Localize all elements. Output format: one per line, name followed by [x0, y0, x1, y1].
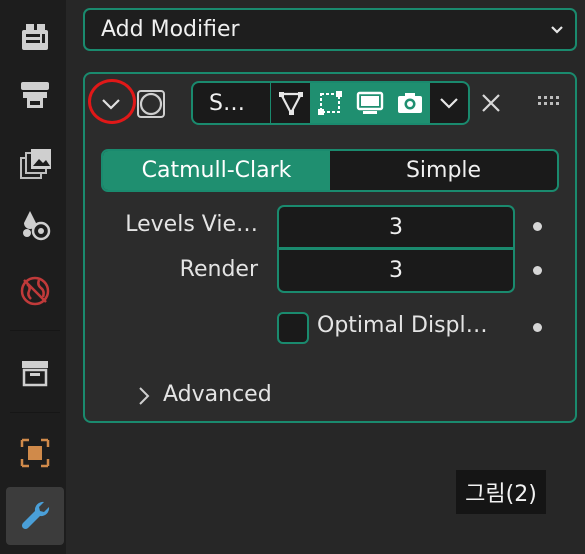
modifier-wrench-icon [21, 501, 50, 530]
add-modifier-dropdown[interactable]: Add Modifier [83, 8, 577, 51]
world-icon [20, 276, 50, 306]
properties-editor: Add Modifier S… Catmull-Clark Simple Lev… [0, 0, 585, 554]
optimal-display-label: Optimal Displ… [317, 313, 488, 338]
drag-handle-icon[interactable] [536, 95, 564, 107]
advanced-subpanel-header[interactable]: Advanced [163, 382, 272, 407]
edit-cage-icon [278, 92, 303, 116]
edit-mode-toggle[interactable] [310, 81, 350, 125]
object-tab[interactable] [6, 424, 64, 482]
modifier-name-field[interactable]: S… [191, 81, 271, 125]
optimal-display-checkbox[interactable] [277, 312, 309, 344]
view-layer-tab[interactable] [6, 135, 64, 193]
tab-separator [10, 330, 60, 331]
levels-viewport-field[interactable]: 3 [277, 205, 515, 249]
add-modifier-label: Add Modifier [101, 17, 240, 42]
keyframe-dot-icon[interactable] [533, 266, 542, 275]
figure-caption: 그림(2) [456, 470, 546, 514]
world-tab[interactable] [6, 262, 64, 320]
render-icon [22, 24, 48, 50]
keyframe-dot-icon[interactable] [533, 323, 542, 332]
collection-icon [22, 361, 48, 387]
render-toggle[interactable] [390, 81, 430, 125]
chevron-right-icon[interactable] [136, 384, 152, 408]
keyframe-dot-icon[interactable] [533, 222, 542, 231]
realtime-viewport-icon [356, 91, 384, 114]
levels-viewport-label: Levels Vie… [125, 212, 258, 237]
output-tab[interactable] [6, 66, 64, 124]
subdivision-type-selector: Catmull-Clark Simple [101, 149, 559, 192]
simple-option[interactable]: Simple [330, 151, 557, 190]
render-tab[interactable] [6, 8, 64, 66]
realtime-viewport-toggle[interactable] [350, 81, 390, 125]
edit-mode-icon [318, 91, 342, 115]
render-levels-label: Render [179, 257, 258, 282]
render-camera-icon [398, 93, 422, 113]
subdivision-surface-icon [137, 90, 165, 118]
modifier-extras-dropdown[interactable] [430, 81, 470, 125]
object-icon [20, 438, 50, 468]
properties-tab-strip [0, 0, 66, 554]
collection-tab[interactable] [6, 344, 64, 402]
scene-tab[interactable] [6, 196, 64, 254]
render-levels-field[interactable]: 3 [277, 249, 515, 293]
highlight-circle [88, 79, 136, 124]
view-layer-icon [20, 149, 51, 179]
chevron-down-icon [551, 26, 563, 34]
output-icon [21, 82, 49, 108]
modifier-tab[interactable] [6, 487, 64, 545]
edit-cage-toggle[interactable] [270, 81, 310, 125]
catmull-clark-option[interactable]: Catmull-Clark [103, 151, 330, 190]
scene-icon [23, 211, 51, 241]
modifier-name: S… [209, 90, 245, 116]
tab-separator [10, 412, 60, 413]
chevron-down-icon [440, 98, 458, 109]
close-icon[interactable] [478, 90, 504, 116]
